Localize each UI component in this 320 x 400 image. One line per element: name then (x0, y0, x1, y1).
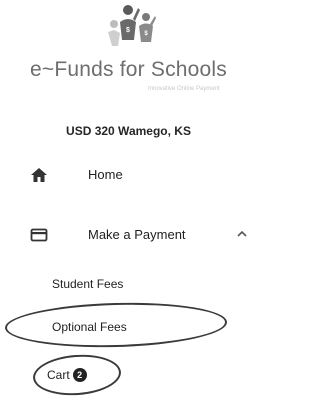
home-icon (31, 168, 47, 182)
nav-label-make-payment: Make a Payment (88, 227, 186, 242)
cart-count-badge: 2 (72, 367, 87, 382)
sub-item-student-fees[interactable]: Student Fees (52, 277, 123, 291)
svg-text:$: $ (126, 27, 130, 34)
credit-card-icon (30, 228, 48, 242)
brand-tagline: Innovative Online Payment (148, 86, 220, 92)
brand-logo[interactable]: $ $ e~Funds for Schools Innovative Onlin… (0, 0, 257, 100)
cart-link[interactable]: Cart 2 (47, 366, 87, 384)
district-name: USD 320 Wamego, KS (66, 124, 191, 138)
chevron-up-icon[interactable] (236, 228, 248, 240)
nav-label-home: Home (88, 167, 123, 182)
nav-item-make-payment[interactable]: Make a Payment (0, 221, 257, 249)
cart-label: Cart (47, 367, 70, 382)
brand-name: e~Funds for Schools (30, 58, 227, 81)
children-logo-icon: $ $ (108, 5, 156, 46)
nav-item-home[interactable]: Home (0, 161, 257, 189)
sub-item-optional-fees[interactable]: Optional Fees (52, 320, 127, 334)
